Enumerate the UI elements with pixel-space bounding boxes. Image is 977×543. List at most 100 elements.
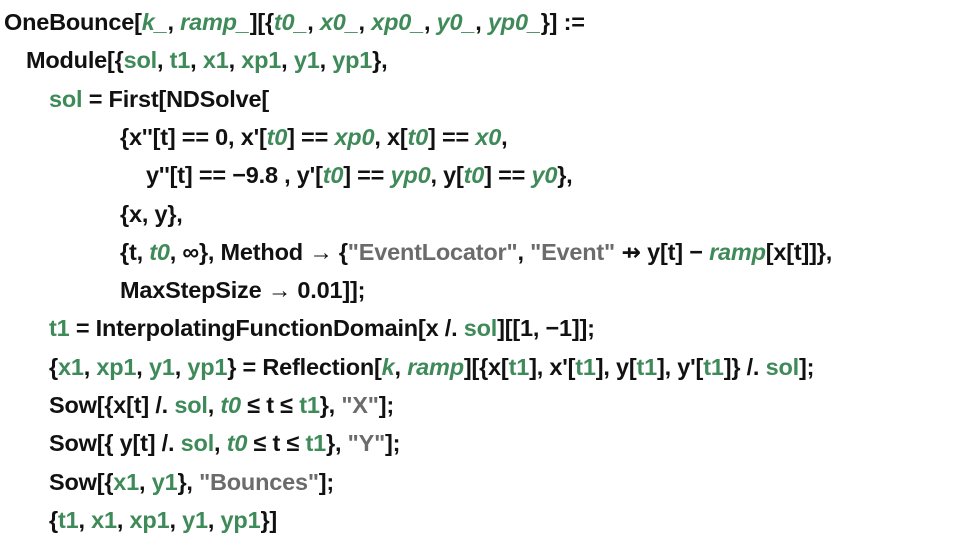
code-token-local: yp1 [220, 506, 261, 533]
code-token-local: y1 [182, 506, 208, 533]
code-token-string: "X" [341, 392, 379, 418]
code-token-pattern: t0 [322, 162, 344, 189]
code-token-plain: , x[ [374, 123, 408, 150]
code-token-pattern: ramp [407, 353, 464, 380]
code-token-plain: y''[t] == −9.8 , y'[ [146, 162, 323, 189]
code-token-plain: Sow[{ y[t] /. [49, 430, 181, 457]
code-token-plain: , [475, 9, 488, 35]
code-line[interactable]: {x, y}, [120, 199, 183, 229]
code-token-pattern: t0 [226, 430, 248, 457]
code-token-plain: , [136, 353, 149, 380]
code-token-pattern: t0 [463, 162, 485, 189]
code-token-plain: , [167, 9, 181, 35]
code-token-local: x1 [57, 353, 84, 380]
code-token-local: sol [180, 430, 215, 457]
code-token-local: y1 [293, 47, 320, 74]
code-token-plain: ]} /. [723, 353, 766, 380]
code-token-local: xp1 [129, 506, 170, 533]
code-token-local: t1 [575, 353, 596, 380]
code-token-plain: Module[{ [26, 47, 124, 74]
code-token-local: sol [174, 392, 208, 418]
code-token-plain: , [501, 123, 508, 150]
code-token-plain: , [156, 47, 170, 74]
code-token-plain: = First[NDSolve[ [82, 85, 269, 112]
code-token-plain: , [423, 9, 437, 35]
code-token-local: yp1 [187, 353, 228, 380]
code-token-plain: {x''[t] == 0, x'[ [120, 123, 267, 150]
code-token-plain: , [174, 353, 188, 380]
code-token-pattern: t0 [407, 123, 429, 150]
code-token-plain: ][[1, −1]]; [497, 315, 595, 342]
code-token-local: t1 [299, 392, 320, 418]
code-token-plain: ] == [484, 162, 532, 189]
code-token-plain: , ∞}, Method → { [169, 238, 348, 265]
code-token-plain: Sow[{ [49, 468, 114, 495]
code-line[interactable]: {x1, xp1, y1, yp1} = Reflection[k, ramp]… [49, 352, 814, 382]
code-token-pattern: yp0_ [487, 9, 541, 35]
code-token-local: x1 [91, 506, 117, 533]
code-token-plain: , [116, 506, 130, 533]
code-token-plain: , [207, 392, 221, 418]
code-line[interactable]: sol = First[NDSolve[ [49, 84, 269, 114]
code-token-local: sol [123, 47, 158, 74]
code-token-local: t1 [305, 430, 327, 457]
code-token-pattern: t0 [220, 392, 241, 418]
code-token-pattern: k [381, 353, 395, 380]
code-token-plain: ], y'[ [657, 353, 704, 380]
code-token-plain: , [83, 353, 97, 380]
code-line[interactable]: {t1, x1, xp1, y1, yp1}] [49, 505, 277, 535]
code-token-plain: , [517, 238, 531, 265]
code-token-local: sol [765, 353, 800, 380]
code-token-plain: [x[t]]}, [765, 238, 833, 265]
code-token-pattern: t0_ [273, 9, 308, 35]
code-token-plain: ]; [378, 392, 394, 418]
code-line[interactable]: MaxStepSize → 0.01]]; [120, 275, 365, 305]
code-token-plain: , [281, 47, 294, 74]
code-token-pattern: t0 [149, 238, 170, 265]
code-token-local: y1 [148, 353, 175, 380]
code-token-pattern: ramp_ [180, 9, 250, 35]
code-token-plain: , [78, 506, 92, 533]
code-token-string: "Bounces" [199, 468, 319, 495]
code-line[interactable]: Module[{sol, t1, x1, xp1, y1, yp1}, [26, 45, 388, 75]
code-line[interactable]: y''[t] == −9.8 , y'[t0] == yp0, y[t0] ==… [146, 160, 573, 190]
code-token-plain: ] == [343, 162, 391, 189]
code-token-local: t1 [703, 353, 724, 380]
code-line[interactable]: t1 = InterpolatingFunctionDomain[x /. so… [49, 313, 595, 343]
code-token-local: xp1 [241, 47, 282, 74]
code-token-pattern: xp0 [334, 123, 375, 150]
code-token-plain: ] == [287, 123, 335, 150]
code-token-plain: {t, [120, 238, 150, 265]
code-token-plain: }] := [540, 9, 585, 35]
code-token-local: t1 [49, 315, 70, 342]
code-line[interactable]: Sow[{ y[t] /. sol, t0 ≤ t ≤ t1}, "Y"]; [49, 428, 400, 458]
code-token-plain: ] == [428, 123, 476, 150]
code-token-plain: { [49, 506, 58, 533]
code-token-plain: , [214, 430, 227, 457]
code-token-plain: ]; [318, 468, 335, 495]
code-line[interactable]: {x''[t] == 0, x'[t0] == xp0, x[t0] == x0… [120, 122, 508, 152]
code-token-plain: ][{ [249, 9, 274, 35]
code-token-plain: ], y[ [595, 353, 637, 380]
code-line[interactable]: OneBounce[k_, ramp_][{t0_, x0_, xp0_, y0… [4, 7, 585, 37]
code-token-local: yp1 [332, 47, 373, 74]
code-token-local: t1 [508, 353, 530, 380]
code-line[interactable]: Sow[{x[t] /. sol, t0 ≤ t ≤ t1}, "X"]; [49, 390, 394, 420]
code-token-plain: OneBounce[ [4, 9, 142, 35]
code-token-string: "Y" [347, 430, 386, 457]
code-line[interactable]: {t, t0, ∞}, Method → {"EventLocator", "E… [120, 237, 832, 267]
code-token-pattern: ramp [709, 238, 766, 265]
code-token-plain: , [307, 9, 320, 35]
code-token-plain: ≤ t ≤ [240, 392, 300, 418]
code-token-local: x1 [113, 468, 140, 495]
code-token-local: y1 [151, 468, 178, 495]
code-token-local: sol [49, 85, 83, 112]
code-token-plain: , [358, 9, 372, 35]
code-line[interactable]: Sow[{x1, y1}, "Bounces"]; [49, 467, 334, 497]
code-token-plain: {x, y}, [120, 200, 183, 227]
code-token-pattern: xp0_ [371, 9, 424, 35]
code-token-plain: }, [319, 392, 342, 418]
code-token-plain: }] [260, 506, 278, 533]
code-token-local: x1 [202, 47, 229, 74]
code-token-plain: MaxStepSize → 0.01]]; [120, 277, 366, 304]
